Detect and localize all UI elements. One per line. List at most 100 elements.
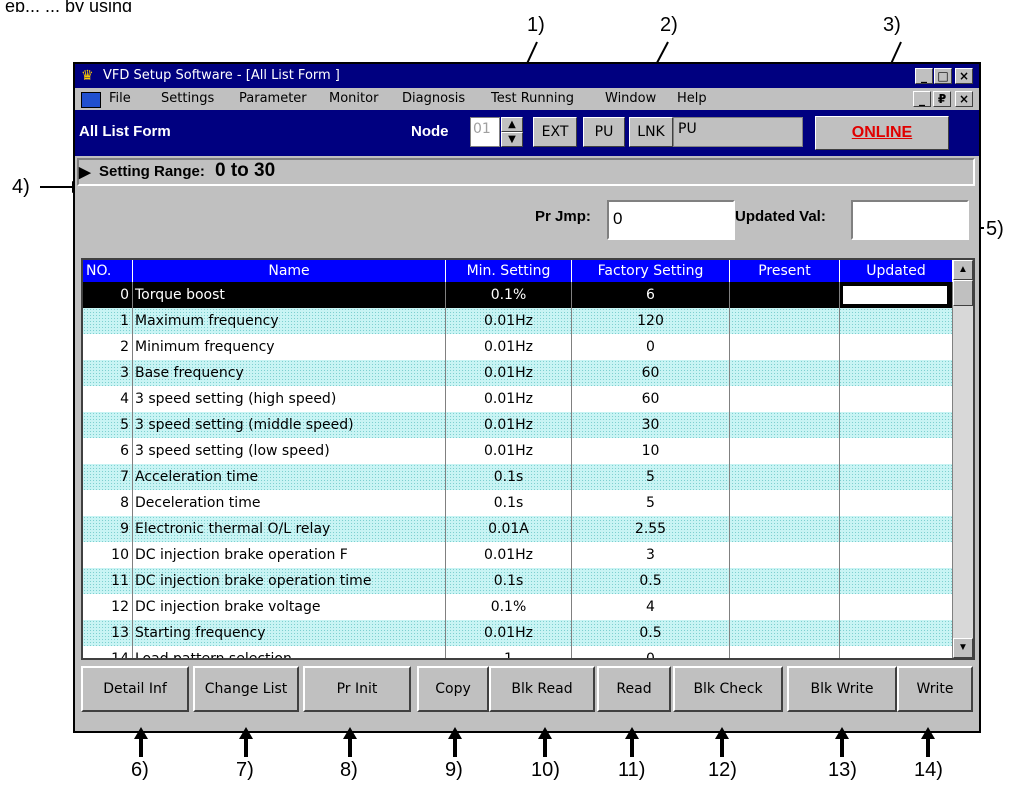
table-row[interactable]: 7 Acceleration time 0.1s 5 xyxy=(83,464,953,490)
cell-updated[interactable] xyxy=(840,646,953,658)
col-header-min-setting[interactable]: Min. Setting xyxy=(446,260,572,282)
cell-present xyxy=(730,412,840,438)
col-header-factory-setting[interactable]: Factory Setting xyxy=(572,260,730,282)
menu-monitor[interactable]: Monitor xyxy=(329,88,378,110)
menu-parameter[interactable]: Parameter xyxy=(239,88,307,110)
cell-updated[interactable] xyxy=(840,438,953,464)
cell-no: 7 xyxy=(83,464,133,490)
cell-present xyxy=(730,490,840,516)
scroll-up-arrow-icon[interactable]: ▲ xyxy=(953,260,973,280)
pu-button[interactable]: PU xyxy=(583,117,625,147)
menu-help[interactable]: Help xyxy=(677,88,707,110)
write-button[interactable]: Write xyxy=(897,666,973,712)
cell-no: 0 xyxy=(83,282,133,308)
minimize-button[interactable]: _ xyxy=(915,68,933,84)
lnk-button[interactable]: LNK xyxy=(629,117,673,147)
col-header-present[interactable]: Present xyxy=(730,260,840,282)
cell-updated[interactable] xyxy=(840,620,953,646)
menu-settings[interactable]: Settings xyxy=(161,88,214,110)
mdi-close-button[interactable]: × xyxy=(955,91,973,107)
maximize-button[interactable]: □ xyxy=(934,68,952,84)
cell-name: Deceleration time xyxy=(133,490,446,516)
table-row[interactable]: 10 DC injection brake operation F 0.01Hz 3 xyxy=(83,542,953,568)
ext-button[interactable]: EXT xyxy=(533,117,577,147)
cell-updated[interactable] xyxy=(840,334,953,360)
node-input[interactable]: 01 xyxy=(470,117,500,147)
table-row[interactable]: 1 Maximum frequency 0.01Hz 120 xyxy=(83,308,953,334)
cell-name: Minimum frequency xyxy=(133,334,446,360)
node-label: Node xyxy=(411,123,449,140)
table-row[interactable]: 0 Torque boost 0.1% 6 xyxy=(83,282,953,308)
form-title: All List Form xyxy=(79,123,171,140)
menu-window[interactable]: Window xyxy=(605,88,656,110)
table-row[interactable]: 13 Starting frequency 0.01Hz 0.5 xyxy=(83,620,953,646)
cell-no: 5 xyxy=(83,412,133,438)
cell-updated[interactable] xyxy=(840,386,953,412)
change-list-button[interactable]: Change List xyxy=(193,666,299,712)
cell-updated[interactable] xyxy=(840,308,953,334)
table-row[interactable]: 63 speed setting (low speed) 0.01Hz 10 xyxy=(83,438,953,464)
table-row[interactable]: 53 speed setting (middle speed) 0.01Hz 30 xyxy=(83,412,953,438)
menu-test-running[interactable]: Test Running xyxy=(491,88,574,110)
col-header-name[interactable]: Name xyxy=(133,260,446,282)
callout-line xyxy=(244,737,248,757)
cell-min-setting: 0.01Hz xyxy=(446,438,572,464)
cell-updated[interactable] xyxy=(840,412,953,438)
cell-min-setting: 0.01Hz xyxy=(446,542,572,568)
cell-min-setting: 0.01Hz xyxy=(446,308,572,334)
cell-updated[interactable] xyxy=(840,568,953,594)
mdi-restore-button[interactable]: ₽ xyxy=(933,91,951,107)
cell-name: Torque boost xyxy=(133,282,446,308)
callout-line xyxy=(543,737,547,757)
cell-updated[interactable] xyxy=(840,360,953,386)
scroll-down-arrow-icon[interactable]: ▼ xyxy=(953,638,973,658)
read-button[interactable]: Read xyxy=(597,666,671,712)
col-header-no[interactable]: NO. xyxy=(83,260,133,282)
callout-line xyxy=(926,737,930,757)
table-row[interactable]: 11 DC injection brake operation time 0.1s 0… xyxy=(83,568,953,594)
cell-name: Acceleration time xyxy=(133,464,446,490)
cell-no: 8 xyxy=(83,490,133,516)
table-row[interactable]: 8 Deceleration time 0.1s 5 xyxy=(83,490,953,516)
blk-check-button[interactable]: Blk Check xyxy=(673,666,783,712)
title-bar[interactable]: ♛ VFD Setup Software - [All List Form ] … xyxy=(75,64,979,88)
blk-read-button[interactable]: Blk Read xyxy=(489,666,595,712)
table-row[interactable]: 9 Electronic thermal O/L relay 0.01A 2.55 xyxy=(83,516,953,542)
updated-edit-box[interactable] xyxy=(842,285,948,305)
updated-val-input[interactable] xyxy=(851,200,969,240)
cell-updated[interactable] xyxy=(840,490,953,516)
pr-init-button[interactable]: Pr Init xyxy=(303,666,411,712)
copy-button[interactable]: Copy xyxy=(417,666,489,712)
cell-present xyxy=(730,464,840,490)
close-button[interactable]: × xyxy=(955,68,973,84)
table-row[interactable]: 3 Base frequency 0.01Hz 60 xyxy=(83,360,953,386)
cell-name: DC injection brake voltage xyxy=(133,594,446,620)
cell-present xyxy=(730,568,840,594)
cell-factory-setting: 6 xyxy=(572,282,730,308)
node-up-arrow-icon[interactable]: ▲ xyxy=(501,117,523,132)
cell-name: 3 speed setting (high speed) xyxy=(133,386,446,412)
table-row[interactable]: 2 Minimum frequency 0.01Hz 0 xyxy=(83,334,953,360)
cell-updated[interactable] xyxy=(840,464,953,490)
scroll-thumb[interactable] xyxy=(953,280,973,306)
cell-min-setting: 0.1s xyxy=(446,568,572,594)
table-row[interactable]: 12 DC injection brake voltage 0.1% 4 xyxy=(83,594,953,620)
node-down-arrow-icon[interactable]: ▼ xyxy=(501,132,523,147)
cell-updated[interactable] xyxy=(840,282,953,308)
blk-write-button[interactable]: Blk Write xyxy=(787,666,897,712)
cell-updated[interactable] xyxy=(840,542,953,568)
cell-updated[interactable] xyxy=(840,516,953,542)
menu-file[interactable]: File xyxy=(109,88,131,110)
table-row[interactable]: 14 Load pattern selection 1 0 xyxy=(83,646,953,658)
cell-updated[interactable] xyxy=(840,594,953,620)
cell-factory-setting: 3 xyxy=(572,542,730,568)
menu-diagnosis[interactable]: Diagnosis xyxy=(402,88,465,110)
mdi-minimize-button[interactable]: _ xyxy=(913,91,931,107)
form-header-bar: All List Form Node 01 ▲ ▼ EXT PU LNK PU … xyxy=(75,110,979,156)
online-button[interactable]: ONLINE xyxy=(815,116,949,150)
vertical-scrollbar[interactable]: ▲ ▼ xyxy=(953,260,973,658)
col-header-updated[interactable]: Updated xyxy=(840,260,953,282)
detail-inf-button[interactable]: Detail Inf xyxy=(81,666,189,712)
table-row[interactable]: 43 speed setting (high speed) 0.01Hz 60 xyxy=(83,386,953,412)
pr-jump-input[interactable]: 0 xyxy=(607,200,735,240)
